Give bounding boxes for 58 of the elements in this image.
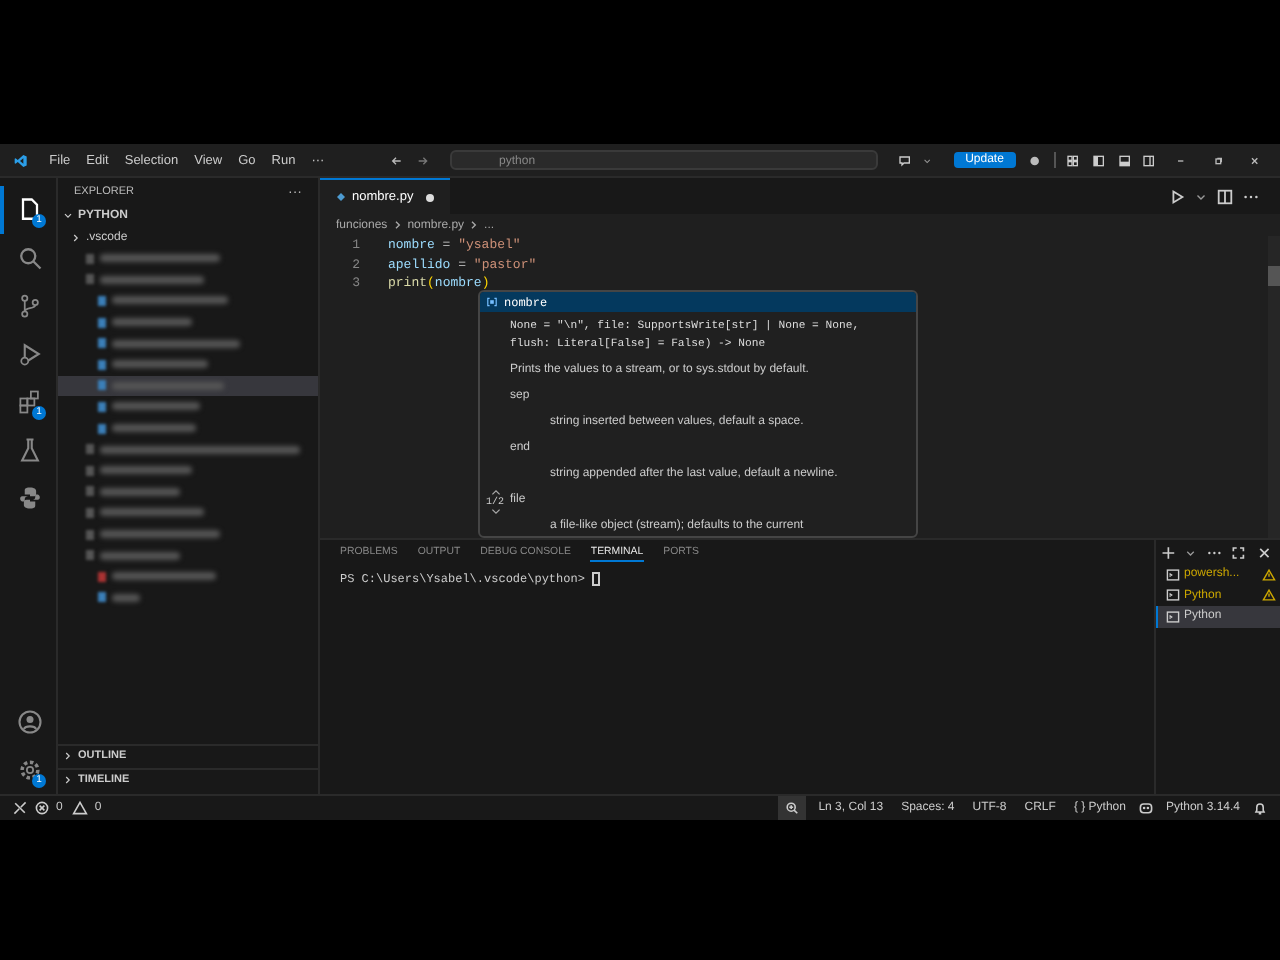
blurred-item xyxy=(112,593,140,602)
python-file-icon xyxy=(336,192,346,202)
add-icon[interactable] xyxy=(1159,543,1177,561)
blurred-item xyxy=(100,254,220,263)
warning-icon[interactable] xyxy=(72,800,89,816)
chat-icon[interactable] xyxy=(897,151,911,169)
chevron-right-icon xyxy=(393,218,402,232)
blurred-item xyxy=(112,360,208,369)
blurred-item xyxy=(112,318,192,327)
back-arrow-icon[interactable] xyxy=(390,151,404,169)
blurred-item xyxy=(100,530,220,539)
chevron-down-icon xyxy=(62,210,74,223)
forward-arrow-icon[interactable] xyxy=(415,151,430,169)
testing-icon[interactable] xyxy=(16,436,44,464)
settings-icon[interactable] xyxy=(16,756,44,784)
bell-icon[interactable] xyxy=(1252,800,1268,816)
close-icon[interactable] xyxy=(1255,543,1272,561)
blurred-item xyxy=(112,424,196,433)
python-icon[interactable] xyxy=(16,484,44,512)
blurred-item xyxy=(112,296,228,305)
blurred-item xyxy=(100,508,204,517)
secondary-sidebar-icon[interactable] xyxy=(1142,151,1157,169)
variable-icon xyxy=(486,296,498,308)
split-editor-icon[interactable] xyxy=(1216,187,1234,205)
terminal-icon xyxy=(1166,609,1180,624)
blurred-item xyxy=(100,275,204,284)
scrollbar[interactable] xyxy=(1268,236,1280,538)
chevron-down-icon[interactable] xyxy=(489,508,501,516)
chevron-up-icon[interactable] xyxy=(489,488,501,496)
chevron-down-icon[interactable] xyxy=(1184,545,1198,559)
layout-icon[interactable] xyxy=(1066,151,1081,169)
run-icon[interactable] xyxy=(16,340,44,368)
blurred-item xyxy=(112,381,224,390)
error-icon[interactable] xyxy=(34,800,50,816)
run-icon[interactable] xyxy=(1168,187,1186,205)
copilot-icon[interactable] xyxy=(1137,800,1154,816)
terminal-icon xyxy=(1166,567,1180,582)
chevron-right-icon xyxy=(470,218,479,232)
maximize-icon[interactable] xyxy=(1230,543,1248,561)
remote-icon[interactable] xyxy=(12,800,28,816)
terminal-cursor xyxy=(592,572,601,586)
explorer-icon[interactable] xyxy=(16,196,44,224)
extensions-icon[interactable] xyxy=(16,388,44,416)
blurred-item xyxy=(112,572,216,581)
blurred-item xyxy=(100,487,180,496)
sidebar-toggle-icon[interactable] xyxy=(1092,151,1106,169)
terminal-icon xyxy=(1166,588,1180,603)
zoom-icon[interactable] xyxy=(778,796,807,820)
blurred-item xyxy=(112,402,200,411)
account-icon[interactable] xyxy=(16,708,44,736)
blurred-item xyxy=(112,339,240,348)
blurred-item xyxy=(100,551,180,560)
source-control-icon[interactable] xyxy=(16,292,44,320)
panel-toggle-icon[interactable] xyxy=(1117,151,1131,169)
search-icon[interactable] xyxy=(16,244,44,272)
vscode-logo-icon xyxy=(14,151,28,169)
blurred-item xyxy=(100,466,192,475)
chevron-right-icon xyxy=(70,231,82,244)
